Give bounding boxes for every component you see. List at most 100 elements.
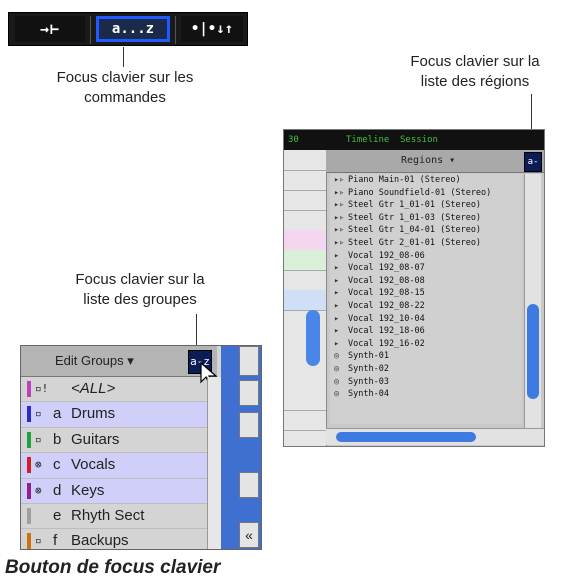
region-list-item[interactable]: ▸▹ Steel Gtr 2_01-01 (Stereo) <box>330 237 522 250</box>
region-name: Synth-01 <box>348 351 389 362</box>
group-name: Rhyth Sect <box>71 506 145 524</box>
group-active-toggle[interactable]: ▫ <box>35 428 42 452</box>
group-list-item[interactable]: ▫ a Drums <box>21 402 207 428</box>
regions-vertical-scrollbar[interactable] <box>524 174 541 432</box>
strip-segment <box>239 472 259 498</box>
tab-session[interactable]: Session <box>400 135 438 145</box>
track-cell <box>284 390 326 411</box>
track-cell <box>284 290 326 311</box>
region-type-icon: ▸ <box>334 300 340 311</box>
group-id-letter: a <box>53 405 62 423</box>
regions-keyboard-focus-button[interactable]: a-z <box>524 152 542 185</box>
edit-window-ruler-bar: 30 Timeline Session <box>284 130 544 150</box>
track-cell <box>284 190 326 211</box>
regions-scrollbar-thumb[interactable] <box>527 304 539 399</box>
group-active-toggle[interactable]: ⊗ <box>35 479 42 503</box>
edit-groups-title[interactable]: Edit Groups ▾ <box>55 353 134 369</box>
group-id-letter: c <box>53 456 61 474</box>
group-id-letter: d <box>53 481 62 499</box>
region-list-item[interactable]: ◎ Synth-04 <box>330 388 522 401</box>
region-list-item[interactable]: ▸▹ Steel Gtr 1_01-03 (Stereo) <box>330 212 522 225</box>
group-list-item[interactable]: e Rhyth Sect <box>21 504 207 530</box>
regions-hscroll-thumb[interactable] <box>336 432 476 442</box>
region-type-icon: ▸▹ <box>334 187 345 198</box>
tab-to-transient-icon[interactable]: •|•↓↑ <box>181 16 243 42</box>
region-type-icon: ▸ <box>334 250 340 261</box>
region-type-icon: ▸ <box>334 263 340 274</box>
nudge-right-icon[interactable]: →⊢ <box>15 16 85 42</box>
callout-line <box>196 314 197 348</box>
track-cell <box>284 410 326 431</box>
callout-line <box>531 94 532 130</box>
regions-list[interactable]: ▸▹ Piano Main-01 (Stereo) ▸▹ Piano Soundfie… <box>330 174 522 424</box>
group-list-item[interactable]: ⊗ d Keys <box>21 478 207 504</box>
strip-segment <box>239 346 259 376</box>
group-name: Keys <box>71 481 105 499</box>
edit-groups-window: Edit Groups ▾ a-z ▫! <ALL> ▫ a Drums ▫ b Guitar… <box>20 345 262 550</box>
group-name: <ALL> <box>71 380 116 397</box>
region-list-item[interactable]: ▸▹ Piano Main-01 (Stereo) <box>330 174 522 187</box>
group-list-item[interactable]: ▫ b Guitars <box>21 428 207 454</box>
region-name: Vocal 192_18-06 <box>348 326 425 337</box>
caption-groups-line1: Focus clavier sur la <box>75 271 205 288</box>
track-cell <box>284 230 326 251</box>
group-active-toggle[interactable]: ▫ <box>35 402 42 426</box>
group-list-item[interactable]: ▫! <ALL> <box>21 377 207 403</box>
region-type-icon: ◎ <box>334 351 340 362</box>
region-type-icon: ▸▹ <box>334 237 345 248</box>
region-list-item[interactable]: ◎ Synth-02 <box>330 363 522 376</box>
region-list-item[interactable]: ▸ Vocal 192_08-07 <box>330 262 522 275</box>
region-list-item[interactable]: ▸▹ Steel Gtr 1_01-01 (Stereo) <box>330 199 522 212</box>
region-name: Vocal 192_08-06 <box>348 250 425 261</box>
region-list-item[interactable]: ▸▹ Steel Gtr 1_04-01 (Stereo) <box>330 224 522 237</box>
scroll-left-button[interactable]: « <box>239 522 259 548</box>
track-cell <box>284 250 326 271</box>
regions-list-title[interactable]: Regions ▾ <box>401 155 455 166</box>
region-list-item[interactable]: ▸ Vocal 192_08-15 <box>330 287 522 300</box>
region-list-item[interactable]: ◎ Synth-03 <box>330 376 522 389</box>
group-active-toggle[interactable]: ⊗ <box>35 453 42 477</box>
region-name: Steel Gtr 1_01-01 (Stereo) <box>348 200 482 211</box>
caption-regions-line1: Focus clavier sur la <box>410 53 540 70</box>
region-list-item[interactable]: ▸ Vocal 192_08-06 <box>330 250 522 263</box>
figure-caption: Bouton de focus clavier <box>5 557 221 578</box>
track-cell <box>284 210 326 231</box>
region-list-item[interactable]: ▸▹ Piano Soundfield-01 (Stereo) <box>330 187 522 200</box>
region-list-item[interactable]: ▸ Vocal 192_16-02 <box>330 338 522 351</box>
regions-list-header[interactable]: Regions ▾ <box>326 150 544 173</box>
region-name: Steel Gtr 2_01-01 (Stereo) <box>348 237 482 248</box>
region-name: Steel Gtr 1_04-01 (Stereo) <box>348 225 482 236</box>
group-color-swatch <box>27 533 31 549</box>
region-type-icon: ▸▹ <box>334 200 345 211</box>
group-active-toggle[interactable]: ▫ <box>35 529 42 549</box>
region-list-item[interactable]: ◎ Synth-01 <box>330 350 522 363</box>
regions-window: 30 Timeline Session Regions ▾ a-z ▸▹Pian… <box>283 129 545 447</box>
group-name: Vocals <box>71 456 116 474</box>
group-active-toggle[interactable]: ▫! <box>35 377 48 401</box>
tab-timeline[interactable]: Timeline <box>346 135 389 145</box>
group-id-letter: f <box>53 532 58 550</box>
region-type-icon: ◎ <box>334 389 340 400</box>
track-cell <box>284 170 326 191</box>
region-type-icon: ▸ <box>334 326 340 337</box>
region-name: Steel Gtr 1_01-03 (Stereo) <box>348 212 482 223</box>
region-list-item[interactable]: ▸ Vocal 192_08-08 <box>330 275 522 288</box>
track-scrollbar-thumb[interactable] <box>306 310 320 366</box>
edit-window-toolbar: →⊢ a...z •|•↓↑ <box>8 12 248 46</box>
edit-groups-list[interactable]: ▫! <ALL> ▫ a Drums ▫ b Guitars ⊗ c Vocals ⊗ d Keys e Rh… <box>21 377 207 550</box>
group-list-item[interactable]: ⊗ c Vocals <box>21 453 207 479</box>
region-name: Vocal 192_08-08 <box>348 275 425 286</box>
region-list-item[interactable]: ▸ Vocal 192_10-04 <box>330 313 522 326</box>
region-type-icon: ▸ <box>334 338 340 349</box>
regions-horizontal-scrollbar[interactable] <box>326 428 544 445</box>
group-list-item[interactable]: ▫ f Backups <box>21 529 207 550</box>
ruler-label: 30 <box>288 135 299 145</box>
region-name: Piano Soundfield-01 (Stereo) <box>348 187 492 198</box>
region-type-icon: ◎ <box>334 376 340 387</box>
region-name: Synth-03 <box>348 376 389 387</box>
commands-keyboard-focus-button[interactable]: a...z <box>96 16 170 42</box>
groups-vertical-scrollbar[interactable] <box>207 377 222 549</box>
region-list-item[interactable]: ▸ Vocal 192_18-06 <box>330 325 522 338</box>
group-color-swatch <box>27 507 31 524</box>
region-list-item[interactable]: ▸ Vocal 192_08-22 <box>330 300 522 313</box>
